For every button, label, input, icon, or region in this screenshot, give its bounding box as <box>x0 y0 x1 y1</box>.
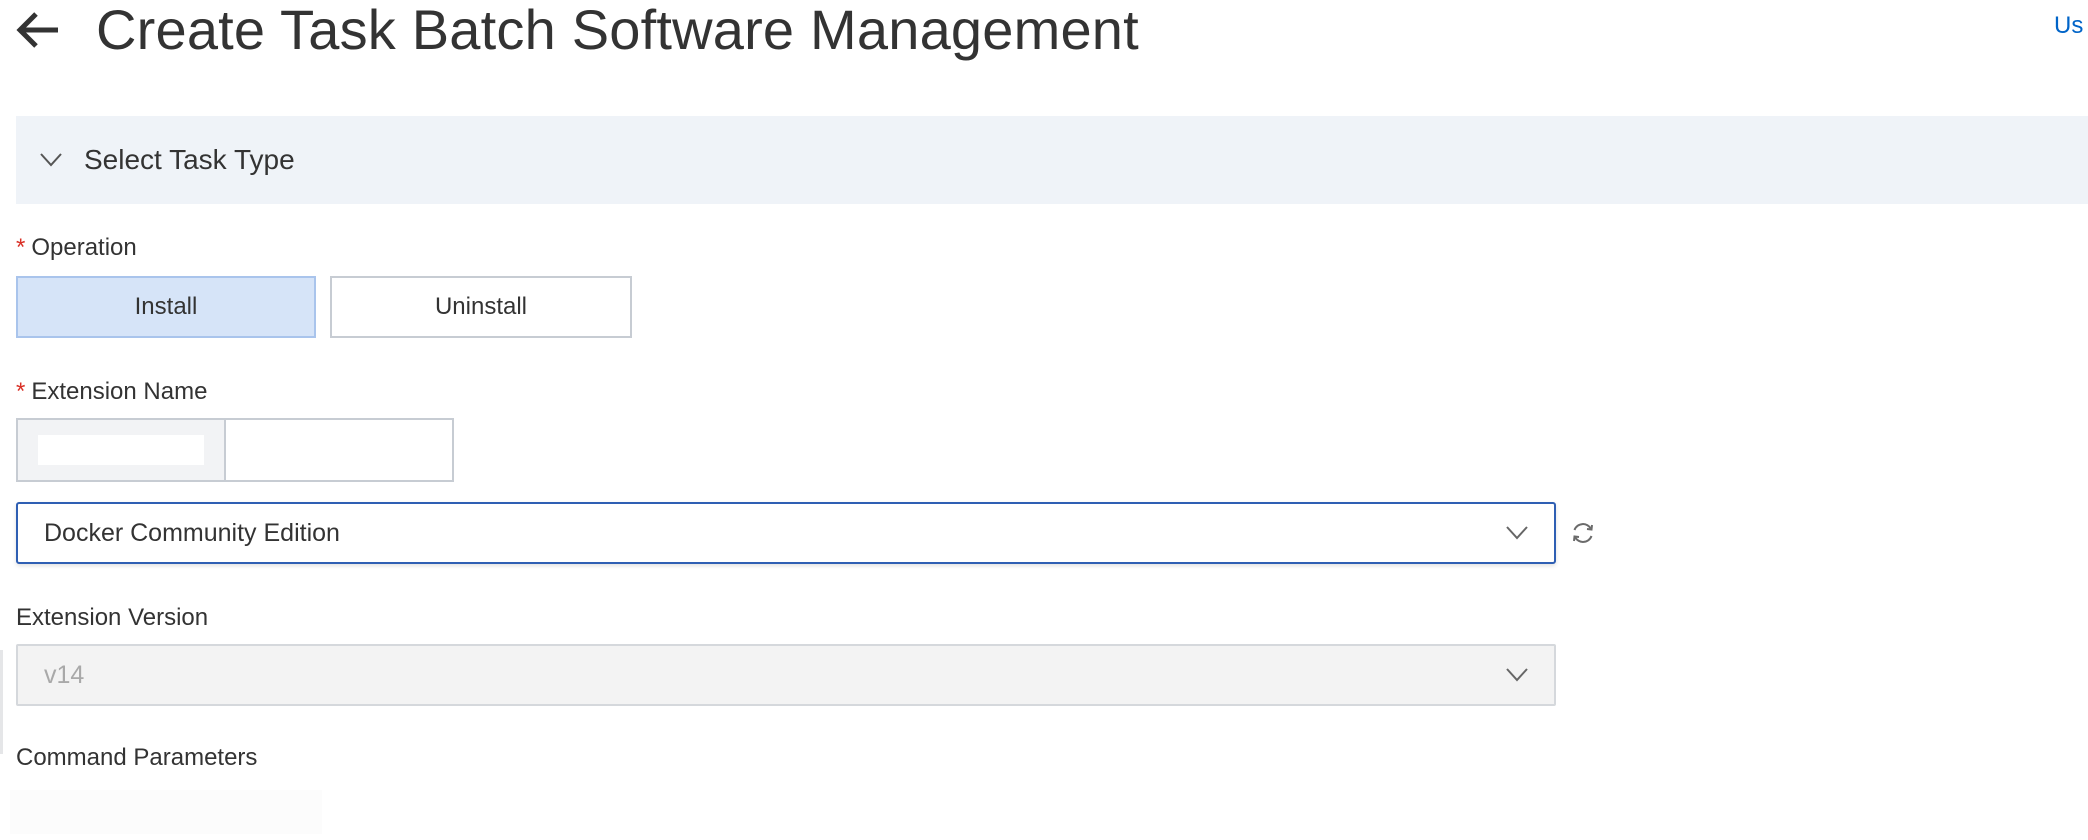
extension-source-option-2[interactable] <box>226 420 452 480</box>
extension-version-value: v14 <box>44 660 85 689</box>
operation-label-text: Operation <box>31 234 137 261</box>
operation-uninstall-button[interactable]: Uninstall <box>330 276 632 338</box>
extension-source-option-1[interactable] <box>18 420 226 480</box>
chevron-down-icon <box>1506 526 1528 540</box>
required-mark: * <box>16 234 26 261</box>
extension-name-value: Docker Community Edition <box>44 518 340 547</box>
refresh-icon <box>1573 523 1593 543</box>
required-mark: * <box>16 378 26 405</box>
arrow-left-icon <box>16 12 58 48</box>
redacted-label <box>38 435 204 465</box>
back-button[interactable] <box>14 6 62 54</box>
refresh-button[interactable] <box>1570 520 1596 546</box>
section-title: Select Task Type <box>84 144 295 175</box>
top-right-link[interactable]: Us <box>2054 12 2088 40</box>
extension-version-label: Extension Version <box>16 604 209 631</box>
extension-name-select[interactable]: Docker Community Edition <box>16 502 1556 564</box>
chevron-down-icon <box>40 153 62 167</box>
operation-label: * Operation <box>16 234 137 262</box>
chevron-down-icon <box>1506 668 1528 682</box>
extension-version-select[interactable]: v14 <box>16 644 1556 706</box>
extension-name-label: * Extension Name <box>16 378 207 406</box>
command-parameters-label: Command Parameters <box>16 744 258 771</box>
page-title: Create Task Batch Software Management <box>96 0 1139 61</box>
section-header-select-task-type[interactable]: Select Task Type <box>16 116 2088 204</box>
left-edge-divider <box>0 650 3 754</box>
page: Create Task Batch Software Management Us… <box>0 0 2088 840</box>
command-parameters-field[interactable] <box>10 790 322 834</box>
extension-source-toggle <box>16 418 454 482</box>
redacted-label <box>251 435 427 465</box>
operation-install-button[interactable]: Install <box>16 276 316 338</box>
extension-name-label-text: Extension Name <box>31 378 208 405</box>
